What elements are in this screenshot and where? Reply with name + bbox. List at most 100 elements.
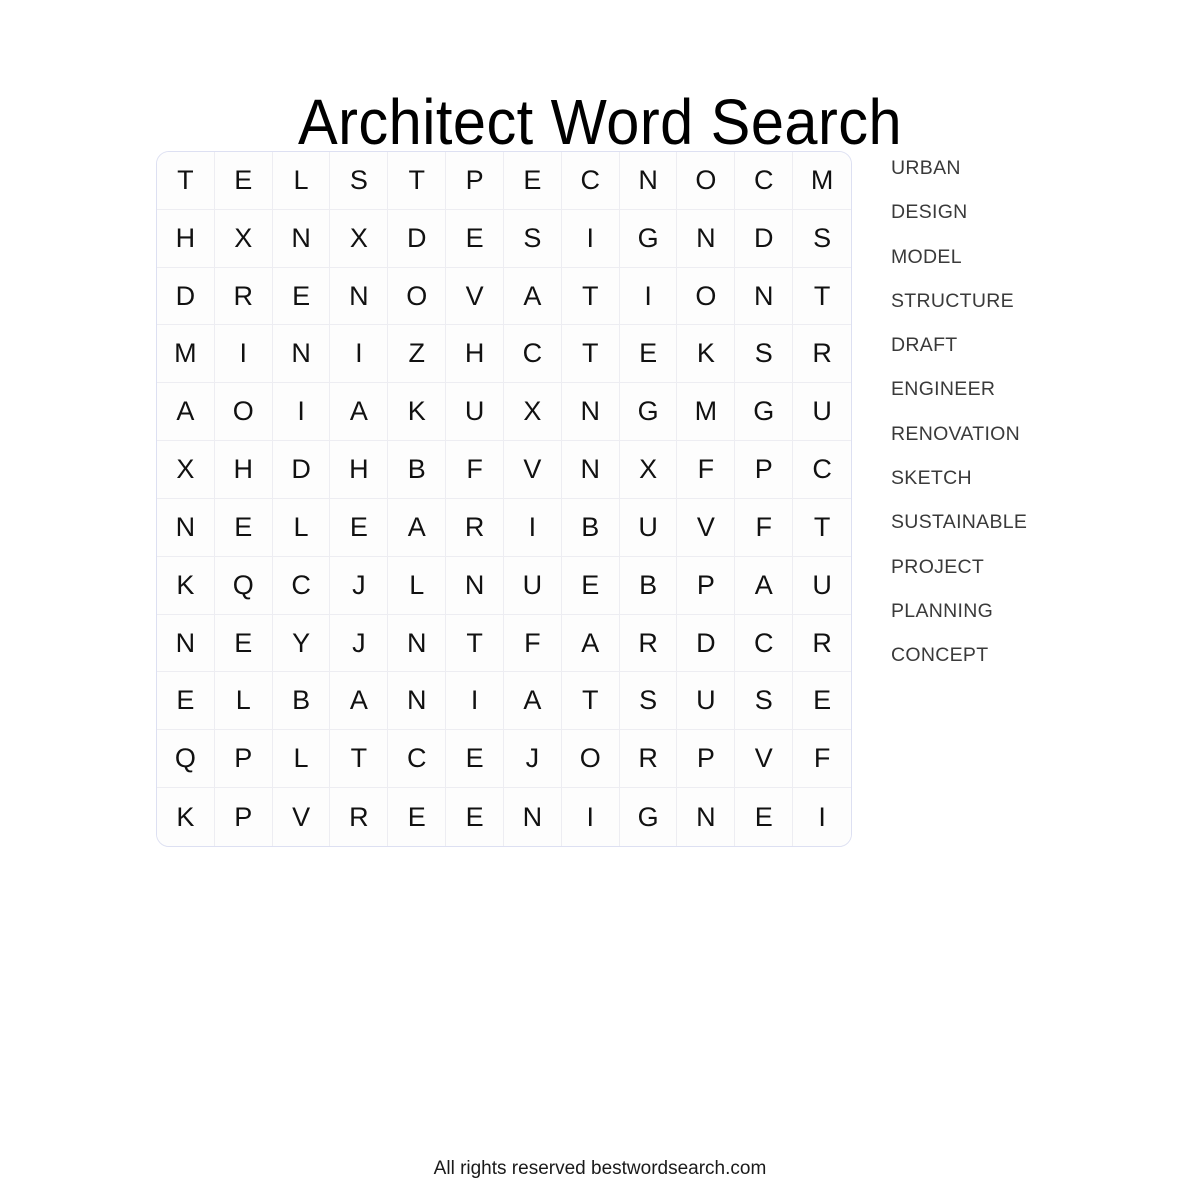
grid-cell[interactable]: I [214, 325, 273, 384]
grid-cell[interactable]: F [503, 614, 562, 673]
grid-cell[interactable]: S [330, 152, 389, 210]
grid-cell[interactable]: I [503, 498, 562, 557]
grid-cell[interactable]: E [446, 730, 504, 789]
grid-cell[interactable]: H [157, 209, 215, 268]
grid-cell[interactable]: U [619, 498, 678, 557]
grid-cell[interactable]: I [446, 672, 504, 731]
grid-cell[interactable]: N [272, 209, 331, 268]
grid-cell[interactable]: V [735, 730, 794, 789]
word-list-item[interactable]: SUSTAINABLE [891, 509, 1181, 553]
word-list-item[interactable]: PLANNING [891, 598, 1181, 642]
grid-cell[interactable]: S [735, 672, 794, 731]
grid-cell[interactable]: F [677, 441, 736, 499]
grid-cell[interactable]: I [561, 788, 620, 846]
grid-cell[interactable]: V [503, 441, 562, 499]
grid-cell[interactable]: O [561, 730, 620, 789]
grid-cell[interactable]: X [330, 209, 389, 268]
grid-cell[interactable]: C [735, 152, 794, 210]
puzzle-grid[interactable]: TELSTPECNOCMHXNXDESIGNDSDRENOVATIONTMINI… [157, 152, 851, 846]
grid-cell[interactable]: L [388, 556, 447, 615]
grid-cell[interactable]: U [793, 383, 851, 442]
grid-cell[interactable]: P [214, 788, 273, 846]
grid-cell[interactable]: Q [214, 556, 273, 615]
grid-cell[interactable]: K [157, 788, 215, 846]
grid-cell[interactable]: J [330, 614, 389, 673]
grid-cell[interactable]: B [619, 556, 678, 615]
grid-cell[interactable]: V [446, 267, 504, 326]
grid-cell[interactable]: X [214, 209, 273, 268]
grid-cell[interactable]: J [330, 556, 389, 615]
grid-cell[interactable]: V [272, 788, 331, 846]
grid-cell[interactable]: Z [388, 325, 447, 384]
grid-cell[interactable]: X [503, 383, 562, 442]
grid-cell[interactable]: N [503, 788, 562, 846]
grid-cell[interactable]: U [793, 556, 851, 615]
grid-cell[interactable]: T [793, 498, 851, 557]
grid-cell[interactable]: E [561, 556, 620, 615]
grid-cell[interactable]: N [677, 209, 736, 268]
word-list-item[interactable]: CONCEPT [891, 642, 1181, 686]
grid-cell[interactable]: K [388, 383, 447, 442]
grid-cell[interactable]: L [272, 152, 331, 210]
grid-cell[interactable]: T [561, 672, 620, 731]
grid-cell[interactable]: E [214, 614, 273, 673]
grid-cell[interactable]: N [619, 152, 678, 210]
grid-cell[interactable]: A [330, 383, 389, 442]
grid-cell[interactable]: N [272, 325, 331, 384]
grid-cell[interactable]: D [388, 209, 447, 268]
grid-cell[interactable]: C [735, 614, 794, 673]
grid-cell[interactable]: E [272, 267, 331, 326]
grid-cell[interactable]: N [561, 383, 620, 442]
grid-cell[interactable]: F [735, 498, 794, 557]
grid-cell[interactable]: T [793, 267, 851, 326]
grid-cell[interactable]: C [503, 325, 562, 384]
word-list-item[interactable]: MODEL [891, 244, 1181, 288]
grid-cell[interactable]: L [272, 730, 331, 789]
grid-cell[interactable]: H [214, 441, 273, 499]
grid-cell[interactable]: C [388, 730, 447, 789]
grid-cell[interactable]: P [677, 730, 736, 789]
grid-cell[interactable]: M [157, 325, 215, 384]
grid-cell[interactable]: H [330, 441, 389, 499]
grid-cell[interactable]: L [272, 498, 331, 557]
grid-cell[interactable]: P [446, 152, 504, 210]
grid-cell[interactable]: E [446, 788, 504, 846]
grid-cell[interactable]: N [388, 672, 447, 731]
grid-cell[interactable]: A [388, 498, 447, 557]
word-list-item[interactable]: PROJECT [891, 554, 1181, 598]
grid-cell[interactable]: E [793, 672, 851, 731]
grid-cell[interactable]: O [214, 383, 273, 442]
grid-cell[interactable]: E [330, 498, 389, 557]
grid-cell[interactable]: E [735, 788, 794, 846]
grid-cell[interactable]: N [677, 788, 736, 846]
grid-cell[interactable]: S [793, 209, 851, 268]
grid-cell[interactable]: I [793, 788, 851, 846]
grid-cell[interactable]: G [619, 209, 678, 268]
grid-cell[interactable]: D [157, 267, 215, 326]
grid-cell[interactable]: N [157, 614, 215, 673]
grid-cell[interactable]: P [214, 730, 273, 789]
grid-cell[interactable]: H [446, 325, 504, 384]
grid-cell[interactable]: M [793, 152, 851, 210]
grid-cell[interactable]: A [503, 672, 562, 731]
grid-cell[interactable]: P [677, 556, 736, 615]
grid-cell[interactable]: R [619, 614, 678, 673]
grid-cell[interactable]: N [157, 498, 215, 557]
grid-cell[interactable]: D [677, 614, 736, 673]
grid-cell[interactable]: O [677, 267, 736, 326]
grid-cell[interactable]: T [330, 730, 389, 789]
grid-cell[interactable]: T [446, 614, 504, 673]
grid-cell[interactable]: V [677, 498, 736, 557]
word-list-item[interactable]: DESIGN [891, 199, 1181, 243]
grid-cell[interactable]: I [619, 267, 678, 326]
grid-cell[interactable]: A [735, 556, 794, 615]
grid-cell[interactable]: N [446, 556, 504, 615]
grid-cell[interactable]: M [677, 383, 736, 442]
grid-cell[interactable]: A [330, 672, 389, 731]
grid-cell[interactable]: Q [157, 730, 215, 789]
grid-cell[interactable]: F [793, 730, 851, 789]
grid-cell[interactable]: T [157, 152, 215, 210]
grid-cell[interactable]: J [503, 730, 562, 789]
grid-cell[interactable]: O [677, 152, 736, 210]
grid-cell[interactable]: A [157, 383, 215, 442]
